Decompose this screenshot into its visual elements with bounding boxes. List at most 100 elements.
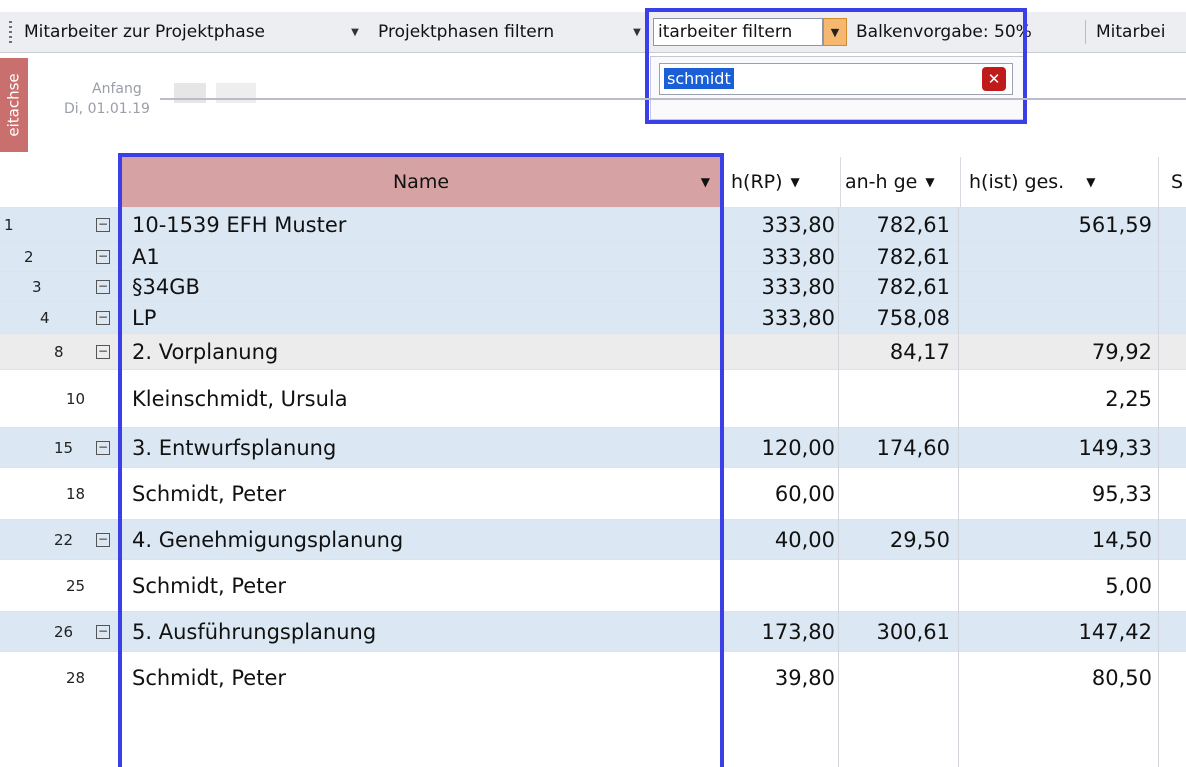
cell-plan-h: 758,08 [876,306,950,330]
collapse-icon[interactable]: − [96,218,110,232]
timeline-axis [160,98,1186,100]
column-header-name[interactable]: Name ▼ [122,157,720,207]
cell-hist: 149,33 [1078,436,1152,460]
table-row[interactable]: 3 − §34GB 333,80 782,61 [0,271,1186,302]
cell-hrp: 333,80 [761,213,835,237]
cell-hist [960,272,1152,302]
projektphasen-filtern-dropdown[interactable]: Projektphasen filtern [378,18,554,46]
table-row[interactable]: 1 − 10-1539 EFH Muster 333,80 782,61 561,59 [0,207,1186,242]
filter-search-value: schmidt [664,68,734,89]
chevron-down-icon[interactable]: ▼ [925,175,934,189]
cell-hrp [725,560,835,612]
row-name: A1 [132,245,160,269]
cell-plan-h: 782,61 [876,245,950,269]
collapse-icon[interactable]: − [96,345,110,359]
mitarbeiter-zur-projektphase-dropdown[interactable]: Mitarbeiter zur Projektphase [24,18,265,46]
row-number: 26 [54,623,74,641]
column-divider [838,207,839,767]
row-number: 4 [40,309,50,327]
chevron-down-icon[interactable]: ▼ [791,175,800,189]
projektphasen-filtern-label: Projektphasen filtern [378,22,555,42]
column-header-s[interactable]: S [1158,157,1186,207]
cell-hist [960,242,1152,272]
cell-hrp: 173,80 [761,620,835,644]
table-row[interactable]: 2 − A1 333,80 782,61 [0,241,1186,272]
cell-hist: 561,59 [1078,213,1152,237]
table-row[interactable]: 4 − LP 333,80 758,08 [0,301,1186,334]
timeline-scale [166,83,281,103]
toolbar-separator [1085,20,1086,44]
row-name: Kleinschmidt, Ursula [132,387,348,411]
table-row[interactable]: 18 Schmidt, Peter 60,00 95,33 [0,467,1186,520]
table-row[interactable]: 22 − 4. Genehmigungsplanung 40,00 29,50 14,50 [0,519,1186,560]
start-date: Di, 01.01.19 [64,101,150,117]
cell-plan-h: 782,61 [876,213,950,237]
cell-hrp: 40,00 [774,528,835,552]
filter-dropdown-button[interactable]: ▼ [823,18,847,46]
row-name: Schmidt, Peter [132,666,287,690]
row-number: 22 [54,531,74,549]
collapse-icon[interactable]: − [96,311,110,325]
column-header-hist-label: h(ist) ges. [969,171,1065,193]
column-header-plan-h-label: an-h ge [845,171,918,193]
row-number: 1 [4,216,14,234]
cell-plan-h [840,560,950,612]
cell-hist [960,302,1152,334]
column-header-hrp[interactable]: h(RP) ▼ [722,157,840,207]
filter-search-input[interactable]: schmidt ✕ [659,63,1013,95]
table-row[interactable]: 28 Schmidt, Peter 39,80 80,50 [0,651,1186,704]
row-name: 3. Entwurfsplanung [132,436,337,460]
row-number: 15 [54,439,74,457]
row-name: 2. Vorplanung [132,340,279,364]
row-name: LP [132,306,157,330]
row-name: 10-1539 EFH Muster [132,213,347,237]
clear-icon[interactable]: ✕ [982,67,1006,91]
collapse-icon[interactable]: − [96,533,110,547]
collapse-icon[interactable]: − [96,250,110,264]
row-name: 4. Genehmigungsplanung [132,528,404,552]
anfang-label: Anfang [92,81,142,97]
cell-hrp [725,370,835,428]
table-row[interactable]: 25 Schmidt, Peter 5,00 [0,559,1186,612]
mitarbeiter-zur-projektphase-label: Mitarbeiter zur Projektphase [24,22,266,42]
chevron-down-icon[interactable]: ▼ [348,24,362,40]
row-name: 5. Ausführungsplanung [132,620,377,644]
row-name: Schmidt, Peter [132,574,287,598]
mitarbeiter-item[interactable]: Mitarbei [1096,18,1165,46]
chevron-down-icon[interactable]: ▼ [630,24,644,40]
cell-hist: 95,33 [1091,482,1152,506]
zeitachse-tab[interactable]: eitachse [0,58,28,152]
collapse-icon[interactable]: − [96,441,110,455]
table-row[interactable]: 15 − 3. Entwurfsplanung 120,00 174,60 149,33 [0,427,1186,468]
table-row[interactable]: 8 − 2. Vorplanung 84,17 79,92 [0,333,1186,370]
grid-header: Name ▼ h(RP) ▼ an-h ge ▼ h(ist) ges. ▼ S [0,155,1186,207]
cell-hist: 2,25 [1105,387,1152,411]
chevron-down-icon[interactable]: ▼ [701,175,710,189]
toolbar-grip[interactable] [9,21,12,43]
cell-plan-h: 174,60 [876,436,950,460]
column-header-s-label: S [1171,171,1184,193]
zeitachse-label: eitachse [5,73,23,137]
cell-hist: 80,50 [1091,666,1152,690]
column-header-hist[interactable]: h(ist) ges. ▼ [960,157,1158,207]
cell-plan-h: 29,50 [889,528,950,552]
chevron-down-icon[interactable]: ▼ [1086,175,1095,189]
toolbar: Mitarbeiter zur Projektphase ▼ Projektph… [0,12,1186,53]
row-name: §34GB [132,275,200,299]
table-row[interactable]: 10 Kleinschmidt, Ursula 2,25 [0,369,1186,428]
column-divider [958,207,959,767]
cell-hrp: 60,00 [774,482,835,506]
column-header-plan-h[interactable]: an-h ge ▼ [840,157,960,207]
cell-plan-h: 782,61 [876,275,950,299]
cell-plan-h [840,370,950,428]
collapse-icon[interactable]: − [96,625,110,639]
table-row[interactable]: 26 − 5. Ausführungsplanung 173,80 300,61 147,… [0,611,1186,652]
row-number: 18 [66,485,86,503]
cell-hrp [725,334,835,370]
row-number: 28 [66,669,86,687]
cell-plan-h [840,468,950,520]
chevron-down-icon: ▼ [830,25,840,39]
mitarbeiter-filtern-field[interactable]: itarbeiter filtern [653,18,823,46]
balkenvorgabe-item[interactable]: Balkenvorgabe: 50% [856,18,1032,46]
collapse-icon[interactable]: − [96,280,110,294]
